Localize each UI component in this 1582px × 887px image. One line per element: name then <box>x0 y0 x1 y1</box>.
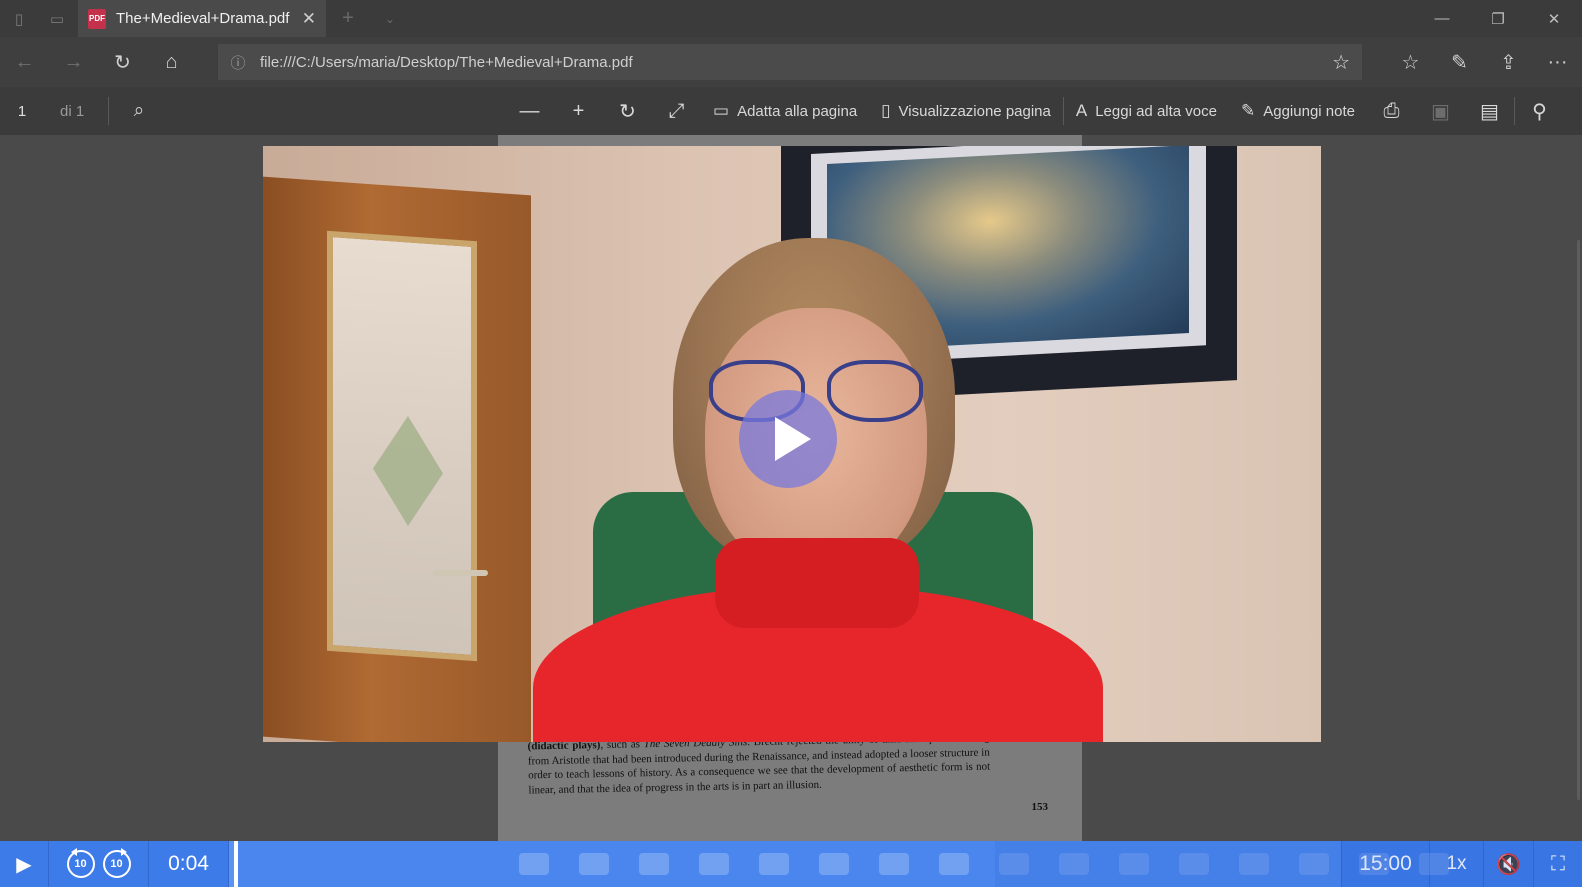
pdf-file-icon: PDF <box>88 8 106 29</box>
video-door-handle <box>433 570 488 576</box>
vertical-scrollbar[interactable] <box>1577 240 1580 800</box>
ghost-app-icon <box>879 853 909 875</box>
current-time: 0:04 <box>149 841 229 887</box>
read-aloud-label: Leggi ad alta voce <box>1095 102 1217 120</box>
ghost-app-icon <box>639 853 669 875</box>
web-note-button[interactable]: ✎ <box>1435 37 1484 87</box>
favorites-hub-button[interactable]: ☆ <box>1386 37 1435 87</box>
more-button[interactable]: ··· <box>1533 37 1582 87</box>
home-button[interactable]: ⌂ <box>147 37 196 87</box>
progress-handle[interactable] <box>234 841 238 887</box>
video-controls-bar: ▶ 10 10 0:04 15:00 1x 🔇 ⛶ <box>0 841 1582 887</box>
pen-icon: ✎ <box>1240 101 1256 120</box>
browser-tab[interactable]: PDF The+Medieval+Drama.pdf ✕ <box>78 0 326 37</box>
fullscreen-pdf-button[interactable]: ⤢ <box>652 87 701 135</box>
print-button[interactable]: ⎙ <box>1367 87 1416 135</box>
set-aside-tabs-icon[interactable]: ▯ <box>0 0 38 37</box>
rewind-10-icon[interactable]: 10 <box>66 848 95 878</box>
skip-controls: 10 10 <box>49 841 149 887</box>
new-tab-button[interactable]: + <box>326 0 370 37</box>
play-button[interactable]: ▶ <box>0 841 49 887</box>
taskbar-reflection-active <box>995 841 1582 887</box>
page-view-label: Visualizzazione pagina <box>898 102 1051 120</box>
search-icon[interactable]: ⌕ <box>109 100 169 122</box>
fit-page-icon: ▭ <box>713 101 730 120</box>
title-bar-drag-area[interactable] <box>410 0 1414 37</box>
read-aloud-button[interactable]: A Leggi ad alta voce <box>1064 87 1229 135</box>
share-button[interactable]: ⇪ <box>1484 37 1533 87</box>
save-button[interactable]: ▣ <box>1416 87 1465 135</box>
ghost-app-icon <box>819 853 849 875</box>
page-view-button[interactable]: ▯ Visualizzazione pagina <box>869 87 1063 135</box>
page-total: di 1 <box>60 102 85 120</box>
forward-button[interactable]: → <box>49 37 98 87</box>
ghost-app-icon <box>519 853 549 875</box>
browser-actions: ☆ ✎ ⇪ ··· <box>1386 37 1582 87</box>
favorite-star-icon[interactable]: ☆ <box>1332 50 1350 75</box>
video-timeline[interactable] <box>229 841 1582 887</box>
page-number-input[interactable]: 1 <box>0 103 44 120</box>
taskbar-reflection <box>499 841 1582 887</box>
title-bar: ▯ ▭ PDF The+Medieval+Drama.pdf ✕ + ⌄ — ❐… <box>0 0 1582 37</box>
save-as-button[interactable]: ▤ <box>1465 87 1514 135</box>
pin-toolbar-button[interactable]: ⚲ <box>1515 87 1564 135</box>
address-bar[interactable]: ⓘ file:///C:/Users/maria/Desktop/The+Med… <box>218 44 1362 80</box>
ghost-app-icon <box>939 853 969 875</box>
big-play-button[interactable] <box>739 390 837 488</box>
play-icon <box>774 417 811 461</box>
tabs-aside-icon[interactable]: ▭ <box>38 0 76 37</box>
close-window-button[interactable]: ✕ <box>1526 0 1582 37</box>
zoom-out-button[interactable]: — <box>505 87 554 135</box>
ghost-app-icon <box>759 853 789 875</box>
zoom-in-button[interactable]: + <box>554 87 603 135</box>
minimize-button[interactable]: — <box>1414 0 1470 37</box>
tab-title: The+Medieval+Drama.pdf <box>116 10 290 27</box>
tab-close-icon[interactable]: ✕ <box>302 9 316 29</box>
fit-page-button[interactable]: ▭ Adatta alla pagina <box>701 87 869 135</box>
back-button[interactable]: ← <box>0 37 49 87</box>
navigation-bar: ← → ↻ ⌂ ⓘ file:///C:/Users/maria/Desktop… <box>0 37 1582 87</box>
rotate-button[interactable]: ↻ <box>603 87 652 135</box>
pdf-page-number: 153 <box>1031 801 1049 813</box>
ghost-app-icon <box>699 853 729 875</box>
forward-10-icon[interactable]: 10 <box>102 848 131 878</box>
read-aloud-icon: A <box>1075 101 1088 120</box>
url-text[interactable]: file:///C:/Users/maria/Desktop/The+Medie… <box>260 54 1318 71</box>
video-frame[interactable] <box>263 146 1321 742</box>
ghost-app-icon <box>579 853 609 875</box>
fit-page-label: Adatta alla pagina <box>737 102 858 120</box>
tab-list-chevron-icon[interactable]: ⌄ <box>370 0 410 37</box>
refresh-button[interactable]: ↻ <box>98 37 147 87</box>
add-notes-button[interactable]: ✎ Aggiungi note <box>1229 87 1367 135</box>
add-notes-label: Aggiungi note <box>1263 102 1355 120</box>
pdf-toolbar: 1 di 1 ⌕ — + ↻ ⤢ ▭ Adatta alla pagina ▯ … <box>0 87 1582 135</box>
glasses-right-lens <box>827 360 923 422</box>
restore-button[interactable]: ❐ <box>1470 0 1526 37</box>
video-person-collar <box>715 538 919 628</box>
site-info-icon[interactable]: ⓘ <box>230 52 246 73</box>
page-view-icon: ▯ <box>881 101 891 120</box>
